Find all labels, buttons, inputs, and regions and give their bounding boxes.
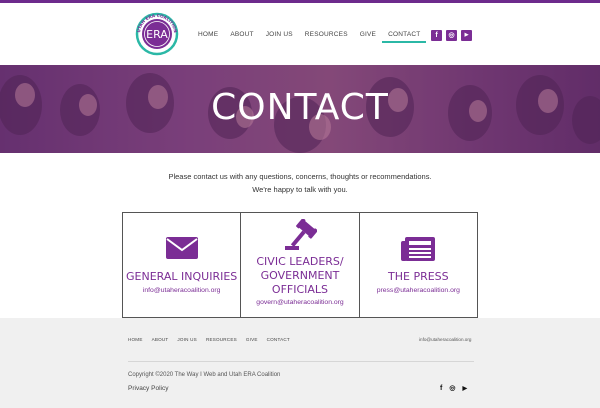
card-email-link[interactable]: press@utaheracoalition.org	[360, 287, 477, 294]
site-header: ERA UTAH ERA COALITION HOME ABOUT JOIN U…	[0, 3, 600, 65]
nav-contact[interactable]: CONTACT	[382, 31, 427, 43]
nav-home[interactable]: HOME	[192, 31, 224, 43]
header-social-links: f ◎ ▶	[431, 30, 472, 41]
footer-nav-resources[interactable]: RESOURCES	[206, 337, 237, 342]
intro-line-2: We're happy to talk with you.	[252, 185, 348, 194]
main-nav: HOME ABOUT JOIN US RESOURCES GIVE CONTAC…	[192, 31, 427, 43]
footer-nav-join-us[interactable]: JOIN US	[177, 337, 197, 342]
footer-nav-give[interactable]: GIVE	[246, 337, 258, 342]
nav-join-us[interactable]: JOIN US	[260, 31, 299, 43]
card-general-inquiries: GENERAL INQUIRIES info@utaheracoalition.…	[123, 213, 242, 317]
nav-give[interactable]: GIVE	[354, 31, 382, 43]
instagram-icon[interactable]: ◎	[446, 30, 457, 41]
page-title: CONTACT	[211, 87, 389, 128]
card-civic-leaders: CIVIC LEADERS/ GOVERNMENT OFFICIALS gove…	[241, 213, 360, 317]
footer-social-links: f ◎ ▶	[440, 385, 467, 393]
footer-nav: HOME ABOUT JOIN US RESOURCES GIVE CONTAC…	[128, 337, 299, 342]
youtube-icon[interactable]: ▶	[462, 385, 467, 393]
youtube-icon[interactable]: ▶	[461, 30, 472, 41]
site-footer: HOME ABOUT JOIN US RESOURCES GIVE CONTAC…	[0, 318, 600, 408]
card-email-link[interactable]: info@utaheracoalition.org	[123, 287, 240, 294]
gavel-icon	[284, 219, 317, 250]
nav-resources[interactable]: RESOURCES	[299, 31, 354, 43]
footer-divider	[128, 361, 474, 362]
footer-nav-contact[interactable]: CONTACT	[267, 337, 290, 342]
card-title-line-1: CIVIC LEADERS/	[256, 255, 344, 268]
footer-email-link[interactable]: info@utaheracoalition.org	[419, 337, 471, 342]
intro-line-1: Please contact us with any questions, co…	[168, 172, 432, 181]
card-title-line-3: OFFICIALS	[271, 283, 329, 296]
facebook-icon[interactable]: f	[440, 385, 442, 393]
card-the-press: THE PRESS press@utaheracoalition.org	[360, 213, 477, 317]
contact-cards: GENERAL INQUIRIES info@utaheracoalition.…	[122, 212, 478, 318]
footer-nav-about[interactable]: ABOUT	[152, 337, 169, 342]
utah-era-coalition-logo[interactable]: ERA UTAH ERA COALITION	[134, 11, 180, 57]
card-title: THE PRESS	[388, 270, 449, 283]
hero-banner: CONTACT	[0, 65, 600, 153]
card-email-link[interactable]: govern@utaheracoalition.org	[241, 299, 358, 306]
envelope-icon	[165, 237, 198, 259]
logo-center-text: ERA	[146, 28, 168, 41]
copyright-text: Copyright ©2020 The Way I Web and Utah E…	[128, 372, 281, 378]
card-title: GENERAL INQUIRIES	[126, 270, 238, 283]
facebook-icon[interactable]: f	[431, 30, 442, 41]
nav-about[interactable]: ABOUT	[224, 31, 259, 43]
footer-nav-home[interactable]: HOME	[128, 337, 143, 342]
intro-text: Please contact us with any questions, co…	[0, 170, 600, 196]
instagram-icon[interactable]: ◎	[449, 385, 455, 393]
privacy-policy-link[interactable]: Privacy Policy	[128, 385, 168, 392]
card-title-line-2: GOVERNMENT	[260, 269, 340, 282]
newspaper-icon	[401, 237, 436, 261]
